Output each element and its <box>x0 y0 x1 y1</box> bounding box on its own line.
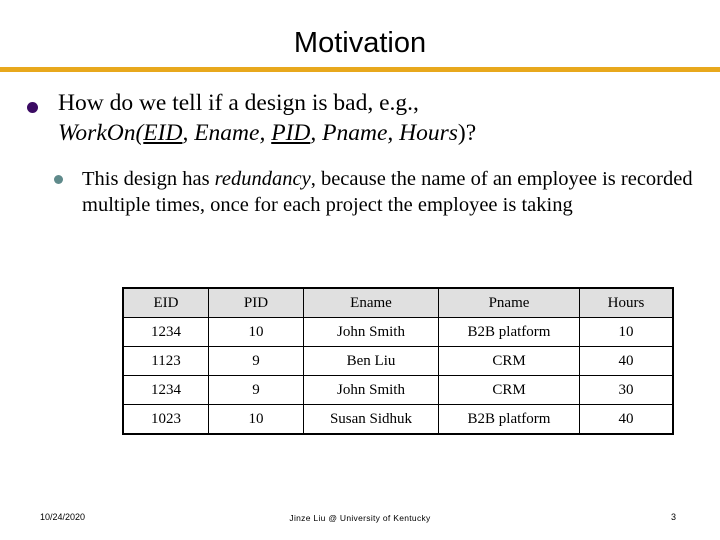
bullet-marker-level1 <box>27 102 38 113</box>
bullet-level2-emphasis: redundancy <box>214 168 311 190</box>
cell-hours: 40 <box>579 346 674 376</box>
relation-schema: WorkOn(EID, Ename, PID, Pname, Hours)? <box>58 120 476 146</box>
schema-closing: )? <box>457 120 477 146</box>
footer-page-number: 3 <box>670 512 676 522</box>
cell-hours: 30 <box>579 375 674 405</box>
bullet-level1-text: How do we tell if a design is bad, e.g.,… <box>58 88 702 148</box>
cell-pid: 10 <box>208 404 304 435</box>
footer-attribution: Jinze Liu @ University of Kentucky <box>289 513 431 523</box>
cell-hours: 10 <box>579 317 674 347</box>
cell-pname: CRM <box>438 375 580 405</box>
cell-eid: 1023 <box>122 404 209 435</box>
bullet-level2-part1: This design has <box>82 168 215 190</box>
table-row: 1023 10 Susan Sidhuk B2B platform 40 <box>122 404 674 435</box>
slide-canvas: Motivation How do we tell if a design is… <box>0 0 720 540</box>
schema-sep-3: , <box>310 120 323 146</box>
cell-pname: B2B platform <box>438 317 580 347</box>
table-row: 1123 9 Ben Liu CRM 40 <box>122 346 674 376</box>
cell-pid: 10 <box>208 317 304 347</box>
attribute-pname: Pname <box>322 120 388 146</box>
table-body: 1234 10 John Smith B2B platform 10 1123 … <box>122 317 674 435</box>
table-header-pname: Pname <box>438 287 580 318</box>
attribute-eid: EID <box>143 120 183 146</box>
bullet-level2-text: This design has redundancy, because the … <box>82 166 710 218</box>
cell-eid: 1123 <box>122 346 209 376</box>
cell-pname: CRM <box>438 346 580 376</box>
table-header-row: EID PID Ename Pname Hours <box>122 287 674 318</box>
bullet-marker-level2 <box>54 175 63 184</box>
table-header-hours: Hours <box>579 287 674 318</box>
table-header-pid: PID <box>208 287 304 318</box>
attribute-ename: Ename <box>194 120 260 146</box>
cell-ename: Ben Liu <box>303 346 439 376</box>
schema-sep-1: , <box>182 120 195 146</box>
page-title: Motivation <box>293 27 427 59</box>
schema-sep-2: , <box>259 120 272 146</box>
attribute-pid: PID <box>271 120 311 146</box>
cell-ename: John Smith <box>303 375 439 405</box>
bullet-level1-line1: How do we tell if a design is bad, e.g., <box>58 90 419 116</box>
relation-name: WorkOn( <box>58 120 144 146</box>
cell-hours: 40 <box>579 404 674 435</box>
workon-table: EID PID Ename Pname Hours 1234 10 John S… <box>122 287 674 435</box>
cell-eid: 1234 <box>122 375 209 405</box>
schema-sep-4: , <box>387 120 400 146</box>
cell-eid: 1234 <box>122 317 209 347</box>
table-header-eid: EID <box>122 287 209 318</box>
table-row: 1234 9 John Smith CRM 30 <box>122 375 674 405</box>
cell-pname: B2B platform <box>438 404 580 435</box>
cell-pid: 9 <box>208 375 304 405</box>
table-header: EID PID Ename Pname Hours <box>122 287 674 318</box>
table-header-ename: Ename <box>303 287 439 318</box>
cell-ename: John Smith <box>303 317 439 347</box>
cell-ename: Susan Sidhuk <box>303 404 439 435</box>
title-divider <box>0 67 720 72</box>
bullet-level2: This design has redundancy, because the … <box>50 166 710 218</box>
cell-pid: 9 <box>208 346 304 376</box>
table-row: 1234 10 John Smith B2B platform 10 <box>122 317 674 347</box>
attribute-hours: Hours <box>399 120 458 146</box>
bullet-level1: How do we tell if a design is bad, e.g.,… <box>22 88 702 148</box>
